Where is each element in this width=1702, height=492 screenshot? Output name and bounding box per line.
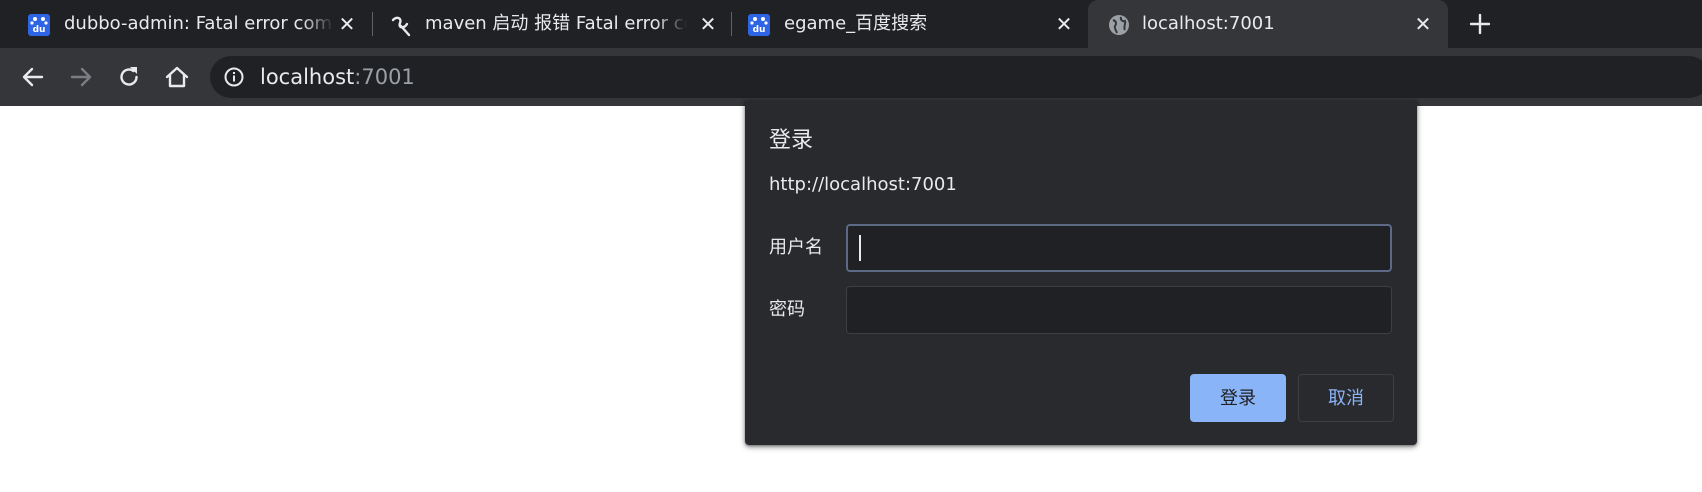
close-tab-icon[interactable]: ✕ [336, 13, 358, 35]
tab-title: egame_百度搜索 [784, 13, 928, 34]
reload-icon[interactable] [116, 64, 142, 90]
text-caret [859, 235, 861, 261]
home-icon[interactable] [164, 64, 190, 90]
forward-arrow-icon[interactable] [68, 64, 94, 90]
back-arrow-icon[interactable] [20, 64, 46, 90]
close-tab-icon[interactable]: ✕ [1412, 13, 1434, 35]
dialog-title: 登录 [769, 128, 814, 153]
baidu-paw-icon: du [748, 14, 770, 36]
login-dialog: 登录 http://localhost:7001 用户名 密码 登录 取消 [745, 100, 1417, 445]
globe-icon [1108, 14, 1130, 36]
close-tab-icon[interactable]: ✕ [1053, 13, 1075, 35]
login-button[interactable]: 登录 [1190, 374, 1286, 422]
tab-title: maven 启动 报错 Fatal error co [425, 13, 687, 34]
tab-dubbo-admin[interactable]: du dubbo-admin: Fatal error comp ✕ [0, 0, 362, 48]
tab-title: localhost:7001 [1142, 13, 1275, 34]
browser-toolbar: localhost:7001 [0, 48, 1702, 106]
tab-maven[interactable]: maven 启动 报错 Fatal error co ✕ [361, 0, 733, 48]
address-port: :7001 [354, 65, 415, 89]
cancel-button[interactable]: 取消 [1298, 374, 1394, 422]
address-url: localhost:7001 [260, 56, 415, 98]
close-tab-icon[interactable]: ✕ [697, 13, 719, 35]
password-input[interactable] [846, 286, 1392, 334]
tab-title: dubbo-admin: Fatal error comp [64, 13, 334, 34]
dialog-origin: http://localhost:7001 [769, 174, 957, 195]
username-input[interactable] [846, 224, 1392, 272]
username-label: 用户名 [769, 237, 823, 258]
address-host: localhost [260, 65, 355, 89]
plus-icon[interactable] [1466, 10, 1494, 38]
tab-egame-search[interactable]: du egame_百度搜索 ✕ [720, 0, 1092, 48]
baidu-paw-icon: du [28, 14, 50, 36]
tab-localhost[interactable]: localhost:7001 ✕ [1088, 0, 1448, 48]
password-label: 密码 [769, 299, 805, 320]
info-circle-icon[interactable] [224, 67, 244, 87]
tab-strip: du dubbo-admin: Fatal error comp ✕ maven… [0, 0, 1702, 48]
csdn-logo-icon [389, 14, 411, 37]
address-bar[interactable]: localhost:7001 [210, 56, 1702, 98]
